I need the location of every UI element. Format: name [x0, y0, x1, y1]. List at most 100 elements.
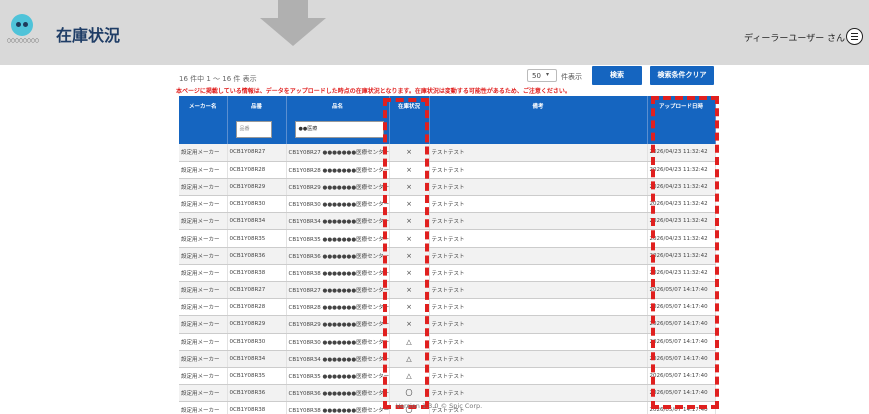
note-cell: テストテスト	[429, 281, 648, 300]
stock-cell-text: ×	[406, 251, 412, 260]
part-no-cell: 0CB1Y08R30	[227, 195, 287, 214]
stock-cell-text: ×	[406, 217, 412, 226]
stock-cell: ×	[389, 315, 430, 334]
stock-cell: ×	[389, 281, 430, 300]
stock-cell-text: 〇	[405, 389, 413, 398]
table-row: 設定用メーカー 0CB1Y08R28 CB1Y08R28 ●●●●●●●医療センター…	[179, 298, 716, 317]
maker-cell: 設定用メーカー	[179, 144, 228, 162]
per-page-select[interactable]: 50	[527, 69, 557, 82]
name-cell-text: CB1Y08R35 ●●●●●●●医療センター	[288, 236, 389, 243]
maker-cell-text: 設定用メーカー	[181, 288, 220, 295]
name-cell: CB1Y08R27 ●●●●●●●医療センター	[286, 281, 390, 300]
uploaded-cell-text: 2026/04/23 11:32:42	[649, 269, 708, 276]
part-no-cell: 0CB1Y08R27	[227, 144, 287, 162]
column-header-maker[interactable]: メーカー名	[179, 96, 228, 115]
name-cell-text: CB1Y08R27 ●●●●●●●医療センター	[288, 150, 389, 157]
logo-caption: 〇〇〇〇〇〇〇〇	[7, 38, 39, 43]
table-row: 設定用メーカー 0CB1Y08R36 CB1Y08R36 ●●●●●●●医療センター…	[179, 384, 716, 403]
part-no-cell: 0CB1Y08R28	[227, 161, 287, 179]
maker-cell-text: 設定用メーカー	[181, 391, 220, 398]
name-cell: CB1Y08R34 ●●●●●●●医療センター	[286, 212, 390, 231]
uploaded-cell-text: 2026/04/23 11:32:42	[649, 252, 708, 259]
uploaded-cell: 2026/04/23 11:32:42	[647, 229, 716, 248]
note-cell: テストテスト	[429, 144, 648, 162]
stock-cell: ×	[389, 161, 430, 179]
part-no-cell: 0CB1Y08R34	[227, 212, 287, 231]
table-row: 設定用メーカー 0CB1Y08R34 CB1Y08R34 ●●●●●●●医療センター…	[179, 350, 716, 368]
maker-cell-text: 設定用メーカー	[181, 322, 220, 329]
uploaded-cell: 2026/04/23 11:32:42	[647, 247, 716, 265]
note-cell: テストテスト	[429, 264, 648, 283]
note-cell-text: テストテスト	[431, 356, 465, 363]
stock-cell: △	[389, 367, 430, 386]
filter-cell: 品番	[227, 115, 287, 144]
uploaded-cell: 2026/05/07 14:17:40	[647, 367, 716, 386]
note-cell: テストテスト	[429, 367, 648, 386]
uploaded-cell: 2026/05/07 14:17:40	[647, 281, 716, 300]
uploaded-cell: 2026/04/23 11:32:42	[647, 195, 716, 214]
part-no-filter-input[interactable]: 品番	[235, 121, 272, 138]
filter-cell	[179, 115, 228, 144]
note-cell: テストテスト	[429, 333, 648, 351]
maker-cell-text: 設定用メーカー	[181, 374, 220, 381]
table-row: 設定用メーカー 0CB1Y08R29 CB1Y08R29 ●●●●●●●医療センター…	[179, 315, 716, 334]
column-header-uploaded[interactable]: アップロード日時	[647, 96, 716, 115]
user-name: ディーラーユーザー さん	[744, 34, 846, 44]
stock-cell: ×	[389, 144, 430, 162]
note-cell: テストテスト	[429, 229, 648, 248]
column-header-part-no[interactable]: 品番	[227, 96, 287, 115]
maker-cell: 設定用メーカー	[179, 384, 228, 403]
maker-cell-text: 設定用メーカー	[181, 270, 220, 277]
uploaded-cell-text: 2026/05/07 14:17:40	[649, 304, 708, 311]
name-cell-text: CB1Y08R35 ●●●●●●●医療センター	[288, 374, 389, 381]
uploaded-cell: 2026/04/23 11:32:42	[647, 178, 716, 197]
hamburger-menu-icon[interactable]	[846, 28, 863, 45]
name-filter-input[interactable]: ●●医療	[294, 121, 384, 138]
app-header: 〇〇〇〇〇〇〇〇 在庫状況 ディーラーユーザー さん	[0, 0, 869, 65]
name-cell: CB1Y08R30 ●●●●●●●医療センター	[286, 333, 390, 351]
maker-cell: 設定用メーカー	[179, 298, 228, 317]
maker-cell: 設定用メーカー	[179, 315, 228, 334]
stock-cell-text: ×	[406, 200, 412, 209]
note-cell: テストテスト	[429, 315, 648, 334]
part-no-cell: 0CB1Y08R38	[227, 401, 287, 414]
name-cell-text: CB1Y08R34 ●●●●●●●医療センター	[288, 356, 389, 363]
note-cell: テストテスト	[429, 161, 648, 179]
uploaded-cell: 2026/04/23 11:32:42	[647, 144, 716, 162]
maker-cell: 設定用メーカー	[179, 161, 228, 179]
search-button[interactable]: 検索	[592, 66, 642, 85]
chevron-down-icon: ▾	[546, 71, 550, 78]
table-row: 設定用メーカー 0CB1Y08R35 CB1Y08R35 ●●●●●●●医療センター…	[179, 229, 716, 248]
clear-filters-button[interactable]: 検索条件クリア	[650, 66, 714, 85]
page-title: 在庫状況	[56, 26, 121, 45]
part-no-cell: 0CB1Y08R36	[227, 247, 287, 265]
part-no-cell-text: 0CB1Y08R30	[229, 201, 266, 208]
uploaded-cell-text: 2026/04/23 11:32:42	[649, 218, 708, 225]
note-cell-text: テストテスト	[431, 270, 465, 277]
part-no-cell: 0CB1Y08R36	[227, 384, 287, 403]
maker-cell-text: 設定用メーカー	[181, 167, 220, 174]
column-header-name[interactable]: 品名	[286, 96, 390, 115]
note-cell: テストテスト	[429, 178, 648, 197]
maker-cell: 設定用メーカー	[179, 195, 228, 214]
maker-cell: 設定用メーカー	[179, 350, 228, 368]
uploaded-cell-text: 2026/05/07 14:17:40	[649, 373, 708, 380]
stock-cell: ×	[389, 247, 430, 265]
column-header-stock[interactable]: 在庫状況	[389, 96, 430, 115]
uploaded-cell: 2026/05/07 14:17:40	[647, 315, 716, 334]
stock-cell: ×	[389, 195, 430, 214]
column-header-note[interactable]: 備考	[429, 96, 648, 115]
name-cell: CB1Y08R27 ●●●●●●●医療センター	[286, 144, 390, 162]
maker-cell: 設定用メーカー	[179, 281, 228, 300]
stock-cell: ×	[389, 229, 430, 248]
note-cell: テストテスト	[429, 195, 648, 214]
name-cell-text: CB1Y08R38 ●●●●●●●医療センター	[288, 408, 389, 414]
name-cell: CB1Y08R29 ●●●●●●●医療センター	[286, 315, 390, 334]
maker-cell: 設定用メーカー	[179, 247, 228, 265]
maker-cell: 設定用メーカー	[179, 333, 228, 351]
maker-cell-text: 設定用メーカー	[181, 253, 220, 260]
uploaded-cell-text: 2026/05/07 14:17:40	[649, 355, 708, 362]
uploaded-cell: 2026/05/07 14:17:40	[647, 401, 716, 414]
down-arrow-icon	[260, 0, 326, 46]
part-no-cell-text: 0CB1Y08R38	[229, 407, 266, 414]
